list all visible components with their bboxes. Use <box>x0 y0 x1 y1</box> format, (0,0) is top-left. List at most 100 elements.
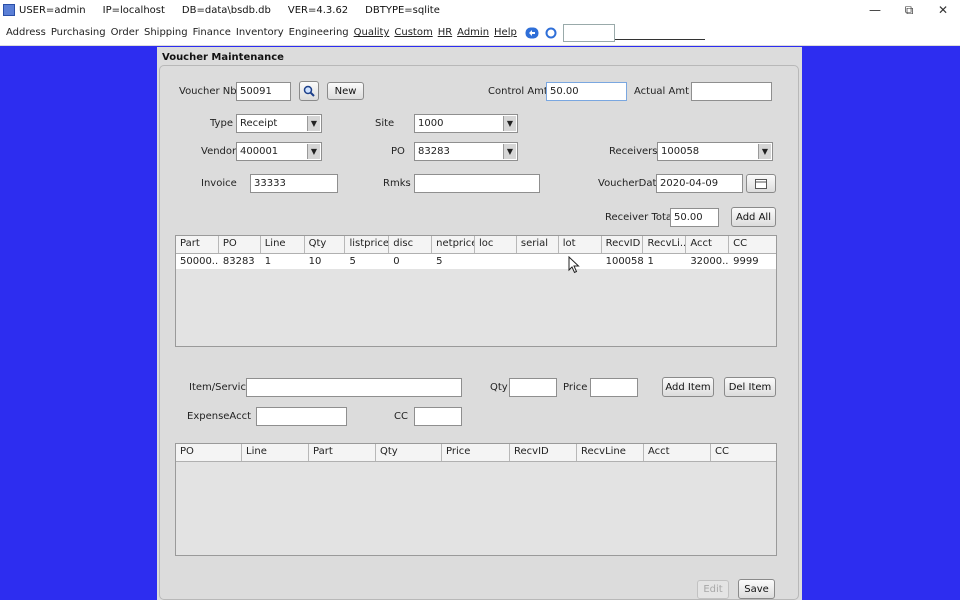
control-amt-field[interactable]: 50.00 <box>546 82 627 101</box>
new-button[interactable]: New <box>327 82 364 100</box>
column-header[interactable]: RecvLine <box>577 444 644 461</box>
title-ip: IP=localhost <box>102 4 165 16</box>
menu-finance[interactable]: Finance <box>193 27 231 38</box>
table-cell <box>517 254 559 269</box>
table-cell: 1 <box>264 256 272 267</box>
qty-field[interactable] <box>509 378 557 397</box>
restore-button[interactable]: ⧉ <box>892 0 926 20</box>
voucher-table-header: PO Line Part Qty Price RecvID RecvLine A… <box>176 444 776 462</box>
table-cell: 50000... <box>180 256 219 267</box>
vendor-value: 400001 <box>240 146 279 157</box>
chevron-down-icon: ▼ <box>503 144 516 159</box>
menu-shipping[interactable]: Shipping <box>144 27 188 38</box>
chevron-down-icon: ▼ <box>307 116 320 131</box>
price-label: Price <box>563 382 588 393</box>
menu-purchasing[interactable]: Purchasing <box>51 27 106 38</box>
receiver-table[interactable]: Part PO Line Qty listprice disc netprice… <box>175 235 777 347</box>
type-value: Receipt <box>240 118 278 129</box>
rmks-field[interactable] <box>414 174 540 193</box>
menu-engineering[interactable]: Engineering <box>289 27 349 38</box>
rmks-label: Rmks <box>383 178 411 189</box>
table-cell: 10 <box>308 256 322 267</box>
voucher-maintenance-frame: Voucher Maintenance Voucher Nbr 50091 Ne… <box>157 47 802 600</box>
frame-title: Voucher Maintenance <box>162 52 284 63</box>
price-field[interactable] <box>590 378 638 397</box>
type-label: Type <box>210 118 233 129</box>
voucher-panel: Voucher Nbr 50091 New Control Amt 50.00 … <box>159 65 799 600</box>
actual-amt-field[interactable] <box>691 82 772 101</box>
column-header[interactable]: Qty <box>305 236 346 253</box>
po-combo[interactable]: 83283 ▼ <box>414 142 518 161</box>
column-header[interactable]: Qty <box>376 444 442 461</box>
menu-address[interactable]: Address <box>6 27 46 38</box>
column-header[interactable]: PO <box>176 444 242 461</box>
title-user: USER=admin <box>19 4 86 16</box>
control-amt-label: Control Amt <box>488 86 548 97</box>
site-value: 1000 <box>418 118 444 129</box>
site-combo[interactable]: 1000 ▼ <box>414 114 518 133</box>
voucher-lookup-button[interactable] <box>299 81 319 101</box>
column-header[interactable]: Part <box>176 236 219 253</box>
column-header[interactable]: CC <box>711 444 776 461</box>
column-header[interactable]: loc <box>475 236 517 253</box>
column-header[interactable]: Acct <box>686 236 730 253</box>
menu-bar: Address Purchasing Order Shipping Financ… <box>0 20 960 46</box>
voucherdate-field[interactable]: 2020-04-09 <box>656 174 743 193</box>
edit-button[interactable]: Edit <box>697 580 729 599</box>
del-item-button[interactable]: Del Item <box>724 377 776 397</box>
vendor-combo[interactable]: 400001 ▼ <box>236 142 322 161</box>
column-header[interactable]: RecvID <box>510 444 577 461</box>
receiver-total-label: Receiver Total <box>605 212 675 223</box>
column-header[interactable]: lot <box>559 236 602 253</box>
add-all-button[interactable]: Add All <box>731 207 776 227</box>
column-header[interactable]: disc <box>389 236 433 253</box>
menu-inventory[interactable]: Inventory <box>236 27 284 38</box>
chevron-down-icon: ▼ <box>503 116 516 131</box>
menu-hr[interactable]: HR <box>438 27 452 38</box>
menu-quality[interactable]: Quality <box>354 27 390 38</box>
receiver-total-field[interactable]: 50.00 <box>670 208 719 227</box>
refresh-icon[interactable] <box>545 27 557 39</box>
column-header[interactable]: PO <box>219 236 261 253</box>
save-button[interactable]: Save <box>738 579 775 599</box>
table-row[interactable]: 50000... 83283 1 10 5 0 5 100058 1 32000… <box>176 254 776 269</box>
menu-custom[interactable]: Custom <box>394 27 432 38</box>
mouse-pointer-icon <box>568 256 580 274</box>
qty-label: Qty <box>490 382 508 393</box>
column-header[interactable]: netprice <box>432 236 476 253</box>
column-header[interactable]: serial <box>517 236 559 253</box>
column-header[interactable]: Part <box>309 444 376 461</box>
back-arrows-icon[interactable] <box>525 27 539 39</box>
column-header[interactable]: CC <box>729 236 776 253</box>
cc-label: CC <box>394 411 408 422</box>
voucher-nbr-label: Voucher Nbr <box>179 86 241 97</box>
add-item-button[interactable]: Add Item <box>662 377 714 397</box>
column-header[interactable]: Line <box>242 444 309 461</box>
expense-acct-field[interactable] <box>256 407 347 426</box>
voucher-detail-table[interactable]: PO Line Part Qty Price RecvID RecvLine A… <box>175 443 777 556</box>
column-header[interactable]: Price <box>442 444 510 461</box>
minimize-button[interactable]: — <box>858 0 892 20</box>
column-header[interactable]: RecvID <box>602 236 644 253</box>
receivers-combo[interactable]: 100058 ▼ <box>657 142 773 161</box>
type-combo[interactable]: Receipt ▼ <box>236 114 322 133</box>
cc-field[interactable] <box>414 407 462 426</box>
close-button[interactable]: ✕ <box>926 0 960 20</box>
voucher-nbr-field[interactable]: 50091 <box>236 82 291 101</box>
menu-order[interactable]: Order <box>111 27 139 38</box>
invoice-label: Invoice <box>201 178 237 189</box>
table-cell: 100058 <box>605 256 644 267</box>
item-service-field[interactable] <box>246 378 462 397</box>
voucherdate-label: VoucherDate <box>598 178 663 189</box>
receivers-value: 100058 <box>661 146 700 157</box>
date-picker-button[interactable] <box>746 174 776 193</box>
menu-admin[interactable]: Admin <box>457 27 489 38</box>
column-header[interactable]: Line <box>261 236 305 253</box>
menu-help[interactable]: Help <box>494 27 517 38</box>
column-header[interactable]: RecvLi... <box>643 236 687 253</box>
invoice-field[interactable]: 33333 <box>250 174 338 193</box>
column-header[interactable]: Acct <box>644 444 711 461</box>
column-header[interactable]: listprice <box>345 236 390 253</box>
menu-quick-field[interactable] <box>562 23 615 42</box>
table-cell <box>559 254 602 269</box>
